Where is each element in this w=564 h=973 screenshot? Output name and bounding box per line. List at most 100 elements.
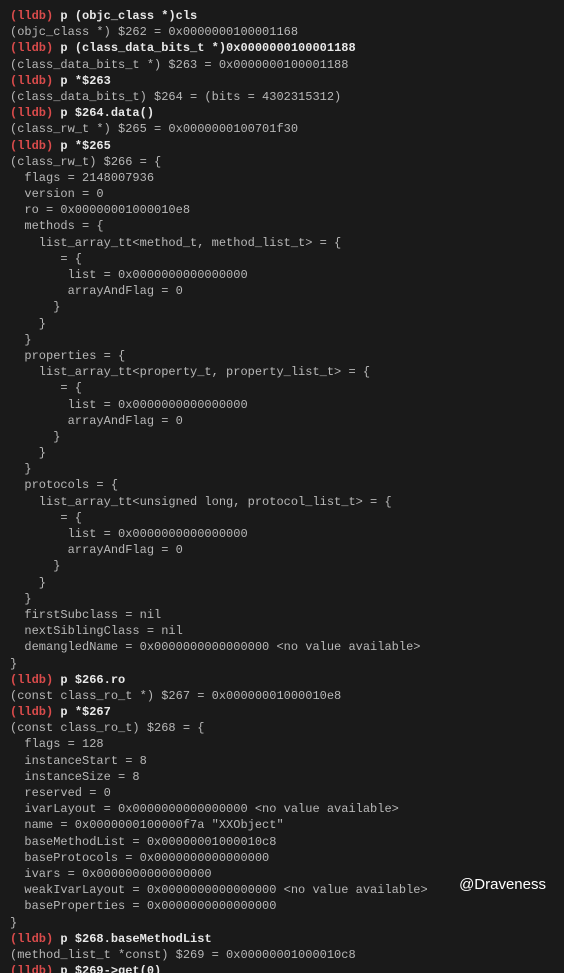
lldb-prompt: (lldb) <box>10 106 60 120</box>
terminal-output-line: protocols = { <box>10 477 554 493</box>
lldb-output-text: baseMethodList = 0x00000001000010c8 <box>10 835 276 849</box>
terminal-output-line: } <box>10 429 554 445</box>
lldb-output-text: (class_rw_t) $266 = { <box>10 155 161 169</box>
terminal-output-line: } <box>10 575 554 591</box>
lldb-output-text: ivars = 0x0000000000000000 <box>10 867 212 881</box>
lldb-output-text: } <box>10 559 60 573</box>
lldb-prompt: (lldb) <box>10 9 60 23</box>
terminal-command-line: (lldb) p $269->get(0) <box>10 963 554 973</box>
terminal-output-line: } <box>10 461 554 477</box>
terminal-output-line: version = 0 <box>10 186 554 202</box>
lldb-output-text: (method_list_t *const) $269 = 0x00000001… <box>10 948 356 962</box>
terminal-output-line: firstSubclass = nil <box>10 607 554 623</box>
terminal-output-line: list = 0x0000000000000000 <box>10 397 554 413</box>
terminal-output-line: (const class_ro_t *) $267 = 0x0000000100… <box>10 688 554 704</box>
lldb-output-text: methods = { <box>10 219 104 233</box>
lldb-output-text: arrayAndFlag = 0 <box>10 543 183 557</box>
lldb-command-text: p *$263 <box>60 74 110 88</box>
terminal-output-line: list_array_tt<property_t, property_list_… <box>10 364 554 380</box>
lldb-output-text: flags = 2148007936 <box>10 171 154 185</box>
terminal-output-line: } <box>10 332 554 348</box>
lldb-output-text: } <box>10 592 32 606</box>
lldb-output-text: } <box>10 317 46 331</box>
lldb-prompt: (lldb) <box>10 74 60 88</box>
terminal-output-line: arrayAndFlag = 0 <box>10 283 554 299</box>
lldb-output-text: list_array_tt<unsigned long, protocol_li… <box>10 495 392 509</box>
lldb-output-text: } <box>10 430 60 444</box>
lldb-command-text: p (class_data_bits_t *)0x000000010000118… <box>60 41 355 55</box>
lldb-output-text: instanceStart = 8 <box>10 754 147 768</box>
terminal-output-line: name = 0x0000000100000f7a "XXObject" <box>10 817 554 833</box>
lldb-command-text: p $268.baseMethodList <box>60 932 211 946</box>
terminal-output-line: } <box>10 445 554 461</box>
lldb-output-text: ro = 0x00000001000010e8 <box>10 203 190 217</box>
lldb-prompt: (lldb) <box>10 964 60 973</box>
terminal-output-line: weakIvarLayout = 0x0000000000000000 <no … <box>10 882 554 898</box>
terminal-output-line: arrayAndFlag = 0 <box>10 413 554 429</box>
terminal-output-line: nextSiblingClass = nil <box>10 623 554 639</box>
terminal-output-line: } <box>10 915 554 931</box>
lldb-output-text: nextSiblingClass = nil <box>10 624 183 638</box>
lldb-output-text: } <box>10 576 46 590</box>
lldb-command-text: p *$267 <box>60 705 110 719</box>
terminal-output-line: arrayAndFlag = 0 <box>10 542 554 558</box>
lldb-output-text: list_array_tt<property_t, property_list_… <box>10 365 370 379</box>
terminal-output-line: baseProtocols = 0x0000000000000000 <box>10 850 554 866</box>
lldb-output-text: = { <box>10 252 82 266</box>
lldb-output-text: (class_data_bits_t) $264 = (bits = 43023… <box>10 90 341 104</box>
terminal-output-line: demangledName = 0x0000000000000000 <no v… <box>10 639 554 655</box>
terminal-command-line: (lldb) p *$265 <box>10 138 554 154</box>
lldb-output-text: } <box>10 300 60 314</box>
lldb-output-text: } <box>10 333 32 347</box>
lldb-output-text: = { <box>10 511 82 525</box>
lldb-output-text: } <box>10 446 46 460</box>
terminal-output-line: instanceSize = 8 <box>10 769 554 785</box>
terminal-output-line: properties = { <box>10 348 554 364</box>
lldb-output-text: baseProperties = 0x0000000000000000 <box>10 899 276 913</box>
lldb-command-text: p *$265 <box>60 139 110 153</box>
terminal-command-line: (lldb) p $266.ro <box>10 672 554 688</box>
terminal-output-line: (method_list_t *const) $269 = 0x00000001… <box>10 947 554 963</box>
terminal-output-line: list_array_tt<unsigned long, protocol_li… <box>10 494 554 510</box>
lldb-output-text: (class_rw_t *) $265 = 0x0000000100701f30 <box>10 122 298 136</box>
terminal-output-line: list_array_tt<method_t, method_list_t> =… <box>10 235 554 251</box>
terminal-output-line: = { <box>10 510 554 526</box>
lldb-output-text: list = 0x0000000000000000 <box>10 398 248 412</box>
lldb-prompt: (lldb) <box>10 932 60 946</box>
lldb-command-text: p (objc_class *)cls <box>60 9 197 23</box>
terminal-output-line: (objc_class *) $262 = 0x0000000100001168 <box>10 24 554 40</box>
terminal-output-line: } <box>10 558 554 574</box>
terminal-output-line: flags = 2148007936 <box>10 170 554 186</box>
terminal-output-line: (const class_ro_t) $268 = { <box>10 720 554 736</box>
lldb-command-text: p $266.ro <box>60 673 125 687</box>
terminal-output-line: } <box>10 591 554 607</box>
lldb-output-text: ivarLayout = 0x0000000000000000 <no valu… <box>10 802 399 816</box>
terminal-output-line: ivars = 0x0000000000000000 <box>10 866 554 882</box>
lldb-output-text: instanceSize = 8 <box>10 770 140 784</box>
lldb-output-text: } <box>10 657 17 671</box>
terminal-output-line: (class_data_bits_t *) $263 = 0x000000010… <box>10 57 554 73</box>
lldb-prompt: (lldb) <box>10 139 60 153</box>
terminal-command-line: (lldb) p *$267 <box>10 704 554 720</box>
lldb-output-text: list_array_tt<method_t, method_list_t> =… <box>10 236 341 250</box>
lldb-terminal[interactable]: (lldb) p (objc_class *)cls (objc_class *)… <box>0 0 564 973</box>
terminal-command-line: (lldb) p $264.data() <box>10 105 554 121</box>
terminal-output-line: baseMethodList = 0x00000001000010c8 <box>10 834 554 850</box>
terminal-command-line: (lldb) p *$263 <box>10 73 554 89</box>
lldb-output-text: firstSubclass = nil <box>10 608 161 622</box>
lldb-output-text: flags = 128 <box>10 737 104 751</box>
lldb-output-text: protocols = { <box>10 478 118 492</box>
terminal-output-line: baseProperties = 0x0000000000000000 <box>10 898 554 914</box>
terminal-output-line: list = 0x0000000000000000 <box>10 526 554 542</box>
terminal-output-line: flags = 128 <box>10 736 554 752</box>
lldb-output-text: name = 0x0000000100000f7a "XXObject" <box>10 818 284 832</box>
lldb-command-text: p $264.data() <box>60 106 154 120</box>
terminal-output-line: ivarLayout = 0x0000000000000000 <no valu… <box>10 801 554 817</box>
terminal-output-line: list = 0x0000000000000000 <box>10 267 554 283</box>
lldb-output-text: (class_data_bits_t *) $263 = 0x000000010… <box>10 58 348 72</box>
lldb-output-text: (const class_ro_t) $268 = { <box>10 721 204 735</box>
lldb-prompt: (lldb) <box>10 705 60 719</box>
terminal-output-line: methods = { <box>10 218 554 234</box>
lldb-output-text: (objc_class *) $262 = 0x0000000100001168 <box>10 25 298 39</box>
lldb-output-text: baseProtocols = 0x0000000000000000 <box>10 851 269 865</box>
